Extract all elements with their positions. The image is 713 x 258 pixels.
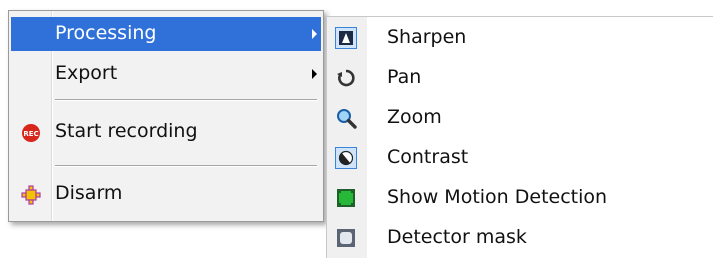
menu-item-label: Start recording xyxy=(55,120,198,142)
menu-item-start-recording[interactable]: REC Start recording xyxy=(11,115,321,149)
submenu-arrow-icon xyxy=(312,29,317,39)
pan-icon xyxy=(335,67,357,89)
submenu-item-label: Zoom xyxy=(387,106,442,128)
rec-icon: REC xyxy=(21,123,41,143)
motion-detection-icon xyxy=(335,187,357,209)
submenu-arrow-icon xyxy=(312,69,317,79)
submenu-item-label: Sharpen xyxy=(387,26,467,48)
submenu-item-zoom[interactable]: Zoom xyxy=(327,97,713,137)
contrast-icon xyxy=(335,147,357,169)
submenu-item-label: Show Motion Detection xyxy=(387,186,608,208)
sharpen-icon xyxy=(335,27,357,49)
submenu-item-label: Contrast xyxy=(387,146,469,168)
submenu-item-sharpen[interactable]: Sharpen xyxy=(327,17,713,57)
menu-item-label: Processing xyxy=(55,22,157,44)
menu-item-export[interactable]: Export xyxy=(11,57,321,91)
context-menu: Processing Export REC Start recording Di… xyxy=(8,10,324,222)
submenu-item-contrast[interactable]: Contrast xyxy=(327,137,713,177)
disarm-icon xyxy=(21,185,41,205)
zoom-icon xyxy=(335,107,357,129)
submenu-item-label: Detector mask xyxy=(387,226,527,248)
menu-separator xyxy=(55,165,317,167)
submenu-item-pan[interactable]: Pan xyxy=(327,57,713,97)
detector-mask-icon xyxy=(335,227,357,249)
submenu-item-show-motion-detection[interactable]: Show Motion Detection xyxy=(327,177,713,217)
svg-text:REC: REC xyxy=(23,130,38,138)
submenu-item-label: Pan xyxy=(387,66,422,88)
processing-submenu: Sharpen Pan Zoom Contrast Show Motion De… xyxy=(326,16,713,258)
menu-item-processing[interactable]: Processing xyxy=(11,17,321,51)
menu-item-label: Export xyxy=(55,62,118,84)
submenu-item-detector-mask[interactable]: Detector mask xyxy=(327,217,713,257)
menu-item-label: Disarm xyxy=(55,182,123,204)
menu-item-disarm[interactable]: Disarm xyxy=(11,177,321,211)
menu-separator xyxy=(55,99,317,101)
